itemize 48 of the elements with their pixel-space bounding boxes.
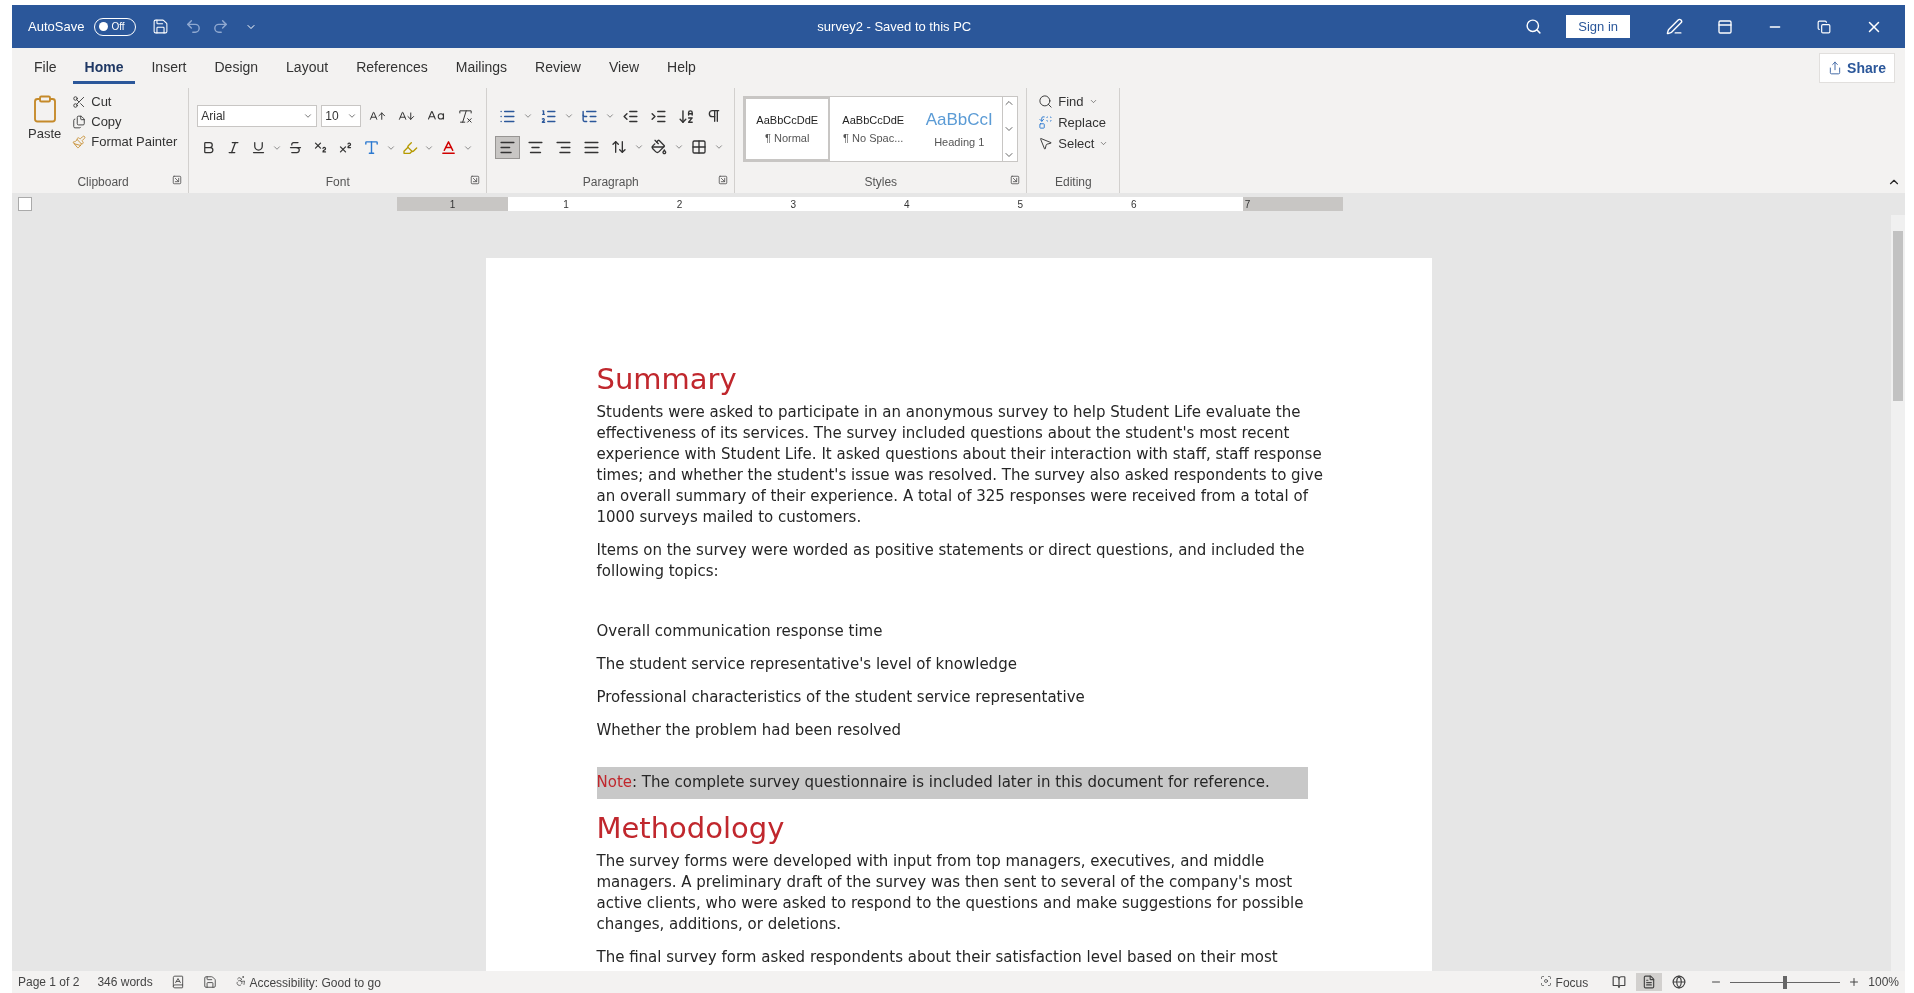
topic-line: The student service representative's level of knowledge <box>596 654 1018 675</box>
style-tile[interactable]: AaBbCcI Heading 1 <box>916 97 1003 161</box>
ribbon-tab[interactable]: Layout <box>274 52 341 84</box>
ribbon-tab[interactable]: Design <box>202 52 271 84</box>
group-label: Editing <box>1054 175 1092 189</box>
section-heading: Methodology <box>596 811 786 845</box>
format-painter-button[interactable]: Format Painter <box>69 132 181 151</box>
ribbon-tab[interactable]: References <box>344 52 440 84</box>
autosave-label: AutoSave <box>28 19 85 34</box>
body-paragraph: Students were asked to participate in an anonymous survey to help Student Life evaluate the effectiveness of its services. The survey included questions about the student's most recent experience with Student Life. It asked questions about their interaction with staff, staff response times; and whether the student's issue was resolved. The survey also asked respondents to give an overall summary of their experience. A total of 325 responses were received from a total of 1000 surveys mailed to customers. <box>596 402 1324 528</box>
ribbon-tab[interactable]: File <box>22 52 69 84</box>
ribbon-tab[interactable]: Review <box>523 52 593 84</box>
body-paragraph: The survey forms were developed with input from top managers, executives, and middle managers. A preliminary draft of the survey was then sent to several of the company's most active clients, who were asked to respond to the questions and make suggestions for possible changes, additions, or deletions. <box>596 851 1305 935</box>
group-label: Paragraph <box>582 175 639 189</box>
sign-in-button[interactable]: Sign in <box>1566 15 1630 38</box>
zoom-level[interactable]: 100% <box>1868 975 1899 989</box>
accessibility-status[interactable]: Accessibility: Good to go <box>234 974 381 990</box>
ribbon-tab[interactable]: Help <box>655 52 708 84</box>
note-paragraph: Note: The complete survey questionnaire is included later in this document for reference. <box>596 767 1308 799</box>
topic-line: Professional characteristics of the student service representative <box>596 687 1086 708</box>
paste-button[interactable]: Paste <box>26 92 64 171</box>
ribbon-tab[interactable]: Insert <box>139 52 199 84</box>
window-title: survey2 - Saved to this PC <box>816 19 973 34</box>
topic-line: Whether the problem had been resolved <box>596 720 902 741</box>
section-heading: Summary <box>596 362 738 396</box>
group-label: Clipboard <box>77 175 129 189</box>
font-name-field[interactable]: Arial <box>197 105 318 127</box>
horizontal-ruler: 1 1 2 3 4 5 6 7 <box>397 197 1343 211</box>
style-tile[interactable]: AaBbCcDdE ¶ No Spac... <box>830 97 917 161</box>
replace-button[interactable]: Replace <box>1035 113 1112 132</box>
select-button[interactable]: Select <box>1035 134 1112 153</box>
word-count[interactable]: 346 words <box>97 975 153 989</box>
find-button[interactable]: Find <box>1035 92 1112 111</box>
focus-mode[interactable]: Focus <box>1540 974 1589 990</box>
body-paragraph: Items on the survey were worded as positive statements or direct questions, and included the following topics: <box>596 540 1306 582</box>
copy-button[interactable]: Copy <box>69 112 181 131</box>
cut-button[interactable]: Cut <box>69 92 181 111</box>
ribbon-tab[interactable]: Home <box>72 52 136 84</box>
ribbon-tab[interactable]: View <box>597 52 652 84</box>
font-size-field[interactable]: 10 <box>321 105 362 127</box>
style-tile[interactable]: AaBbCcDdE ¶ Normal <box>744 97 831 161</box>
body-paragraph: The final survey form asked respondents about their satisfaction level based on their most <box>596 947 1279 968</box>
share-button[interactable]: Share <box>1819 53 1895 83</box>
page-count[interactable]: Page 1 of 2 <box>18 975 80 989</box>
group-label: Styles <box>864 175 898 189</box>
ribbon-tab[interactable]: Mailings <box>443 52 520 84</box>
topic-line: Overall communication response time <box>596 621 884 642</box>
group-label: Font <box>325 175 350 189</box>
